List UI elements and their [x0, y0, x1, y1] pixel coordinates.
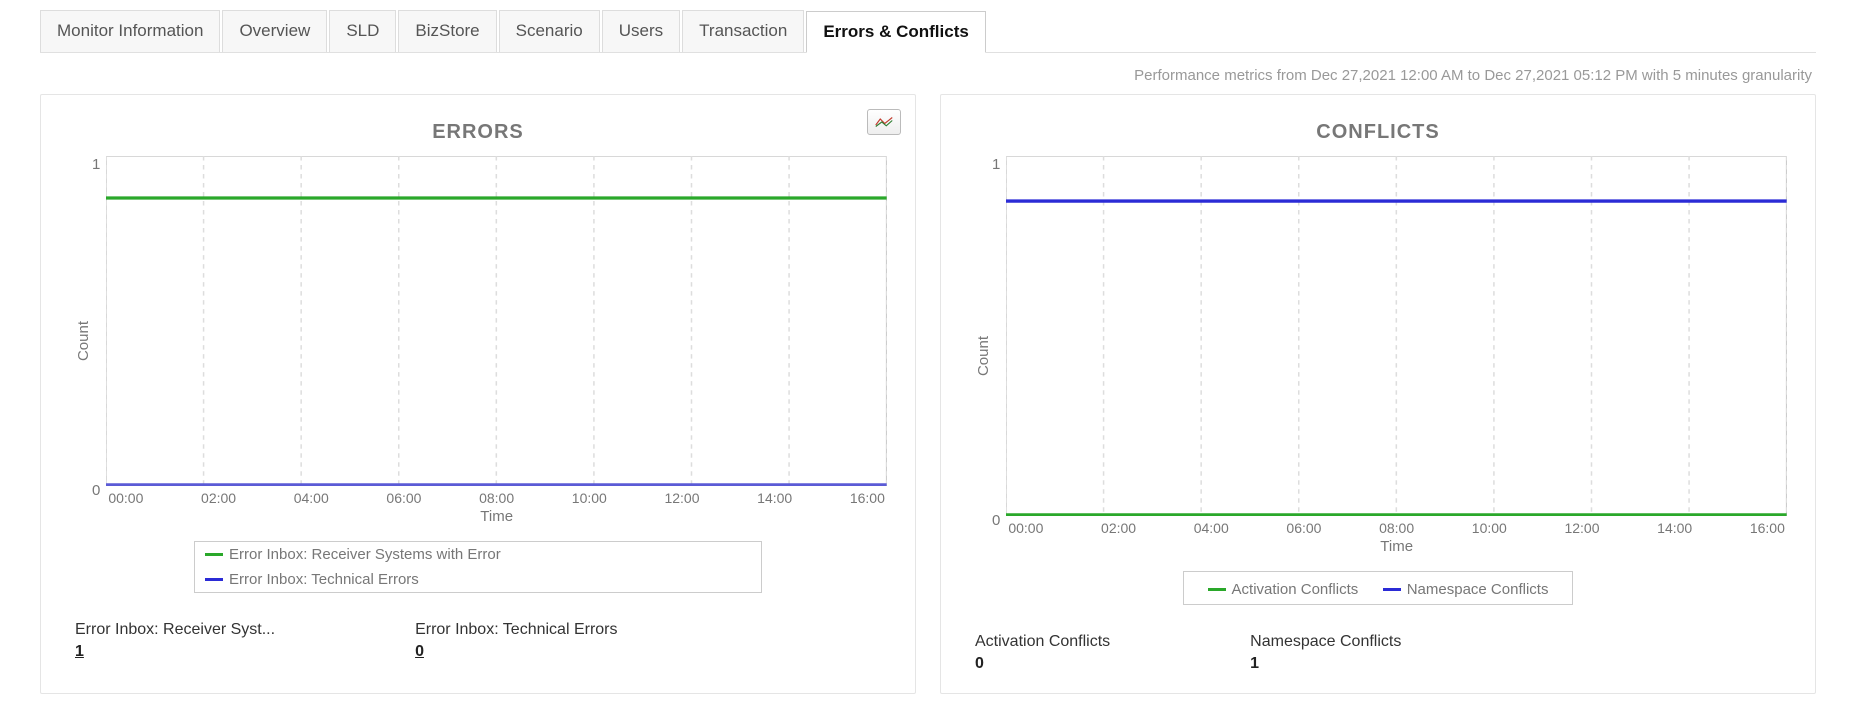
conflicts-title: CONFLICTS	[969, 121, 1787, 144]
tab-bar: Monitor Information Overview SLD BizStor…	[40, 0, 1816, 53]
errors-xtick: 14:00	[757, 490, 792, 506]
conflicts-ylabel: Count	[969, 336, 992, 376]
errors-yaxis: 1 0	[92, 156, 106, 525]
legend-swatch-green	[1208, 588, 1226, 591]
conflicts-xlabel: Time	[1006, 538, 1787, 555]
conflicts-panel: CONFLICTS Count 1 0	[940, 94, 1816, 694]
errors-legend-item-b[interactable]: Error Inbox: Technical Errors	[195, 567, 761, 592]
legend-swatch-green	[205, 553, 223, 556]
tab-overview[interactable]: Overview	[222, 10, 327, 52]
conflicts-legend: Activation Conflicts Namespace Conflicts	[1183, 571, 1574, 605]
conflicts-xtick: 16:00	[1750, 520, 1785, 536]
errors-ylabel: Count	[69, 321, 92, 361]
conflicts-stat-a: Activation Conflicts 0	[975, 633, 1110, 673]
errors-xaxis: 00:00 02:00 04:00 06:00 08:00 10:00 12:0…	[106, 490, 887, 506]
conflicts-legend-item-b[interactable]: Namespace Conflicts	[1383, 581, 1549, 598]
errors-legend-label-b: Error Inbox: Technical Errors	[229, 571, 419, 588]
tab-errors-conflicts[interactable]: Errors & Conflicts	[806, 11, 985, 53]
errors-stat-b-value[interactable]: 0	[415, 643, 617, 661]
errors-stat-a-label: Error Inbox: Receiver Syst...	[75, 621, 275, 639]
errors-stats: Error Inbox: Receiver Syst... 1 Error In…	[69, 621, 887, 661]
errors-xtick: 06:00	[386, 490, 421, 506]
conflicts-stats: Activation Conflicts 0 Namespace Conflic…	[969, 633, 1787, 673]
conflicts-xtick: 10:00	[1472, 520, 1507, 536]
conflicts-legend-item-a[interactable]: Activation Conflicts	[1208, 581, 1359, 598]
conflicts-xtick: 06:00	[1286, 520, 1321, 536]
errors-ytick-1: 1	[92, 156, 100, 173]
conflicts-stat-a-label: Activation Conflicts	[975, 633, 1110, 651]
errors-stat-b-label: Error Inbox: Technical Errors	[415, 621, 617, 639]
conflicts-xtick: 04:00	[1194, 520, 1229, 536]
conflicts-stat-a-value: 0	[975, 655, 1110, 673]
errors-legend-label-a: Error Inbox: Receiver Systems with Error	[229, 546, 501, 563]
chart-line-icon	[875, 115, 893, 129]
conflicts-legend-label-a: Activation Conflicts	[1232, 581, 1359, 598]
errors-xtick: 02:00	[201, 490, 236, 506]
errors-plot	[106, 156, 887, 486]
legend-swatch-blue	[1383, 588, 1401, 591]
conflicts-xtick: 00:00	[1008, 520, 1043, 536]
chart-type-toggle[interactable]	[867, 109, 901, 135]
errors-panel: ERRORS Count 1 0	[40, 94, 916, 694]
conflicts-stat-b-label: Namespace Conflicts	[1250, 633, 1401, 651]
errors-legend: Error Inbox: Receiver Systems with Error…	[194, 541, 762, 593]
tab-bizstore[interactable]: BizStore	[398, 10, 496, 52]
errors-xtick: 00:00	[108, 490, 143, 506]
errors-legend-item-a[interactable]: Error Inbox: Receiver Systems with Error	[195, 542, 761, 567]
errors-xtick: 12:00	[664, 490, 699, 506]
conflicts-xaxis: 00:00 02:00 04:00 06:00 08:00 10:00 12:0…	[1006, 520, 1787, 536]
tab-scenario[interactable]: Scenario	[499, 10, 600, 52]
errors-ytick-0: 0	[92, 482, 100, 499]
errors-stat-a-value[interactable]: 1	[75, 643, 275, 661]
errors-xlabel: Time	[106, 508, 887, 525]
conflicts-ytick-0: 0	[992, 512, 1000, 529]
errors-xtick: 04:00	[294, 490, 329, 506]
conflicts-plot	[1006, 156, 1787, 516]
errors-title: ERRORS	[69, 121, 887, 144]
conflicts-xtick: 14:00	[1657, 520, 1692, 536]
conflicts-stat-b-value: 1	[1250, 655, 1401, 673]
errors-stat-a: Error Inbox: Receiver Syst... 1	[75, 621, 275, 661]
conflicts-ytick-1: 1	[992, 156, 1000, 173]
tab-transaction[interactable]: Transaction	[682, 10, 804, 52]
errors-chart: Count 1 0	[69, 156, 887, 525]
metrics-range-label: Performance metrics from Dec 27,2021 12:…	[40, 53, 1816, 94]
tab-monitor-information[interactable]: Monitor Information	[40, 10, 220, 52]
conflicts-yaxis: 1 0	[992, 156, 1006, 555]
errors-xtick: 16:00	[850, 490, 885, 506]
conflicts-stat-b: Namespace Conflicts 1	[1250, 633, 1401, 673]
conflicts-xtick: 12:00	[1564, 520, 1599, 536]
conflicts-xtick: 02:00	[1101, 520, 1136, 536]
conflicts-legend-label-b: Namespace Conflicts	[1407, 581, 1549, 598]
errors-xtick: 10:00	[572, 490, 607, 506]
errors-stat-b: Error Inbox: Technical Errors 0	[415, 621, 617, 661]
conflicts-xtick: 08:00	[1379, 520, 1414, 536]
legend-swatch-blue	[205, 578, 223, 581]
errors-xtick: 08:00	[479, 490, 514, 506]
tab-users[interactable]: Users	[602, 10, 680, 52]
tab-sld[interactable]: SLD	[329, 10, 396, 52]
conflicts-chart: Count 1 0	[969, 156, 1787, 555]
